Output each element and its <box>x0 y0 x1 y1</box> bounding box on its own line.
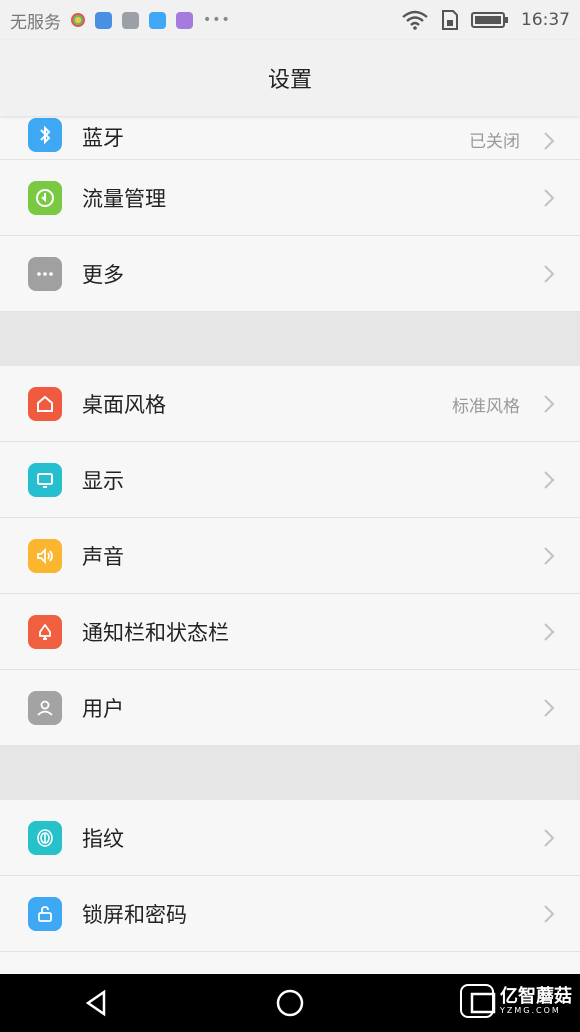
carrier-text: 无服务 <box>10 12 61 33</box>
watermark-logo: 亿智蘑菇 YZMG.COM <box>460 984 572 1018</box>
more-icon <box>28 257 62 291</box>
settings-item-sound[interactable]: 声音 <box>0 518 580 594</box>
section-divider <box>0 312 580 366</box>
fingerprint-icon <box>28 821 62 855</box>
chevron-right-icon <box>544 829 555 847</box>
settings-item-traffic[interactable]: 流量管理 <box>0 160 580 236</box>
settings-item-label: 用户 <box>82 697 124 721</box>
settings-item-label: 显示 <box>82 469 124 493</box>
settings-item-label: 桌面风格 <box>82 393 166 417</box>
battery-icon <box>471 12 508 28</box>
lock-icon <box>28 897 62 931</box>
sound-icon <box>28 539 62 573</box>
back-button[interactable] <box>80 986 114 1020</box>
notification-icon-2 <box>95 11 112 29</box>
chevron-right-icon <box>544 699 555 717</box>
settings-item-label: 蓝牙 <box>82 126 124 150</box>
notification-icon-1 <box>71 13 85 27</box>
settings-item-label: 流量管理 <box>82 187 166 211</box>
chevron-right-icon <box>544 623 555 641</box>
settings-item-label: 声音 <box>82 545 124 569</box>
data-usage-icon <box>28 181 62 215</box>
chevron-right-icon <box>544 265 555 283</box>
settings-item-display[interactable]: 显示 <box>0 442 580 518</box>
watermark-title: 亿智蘑菇 <box>500 985 572 1007</box>
settings-item-notifications[interactable]: 通知栏和状态栏 <box>0 594 580 670</box>
more-notifications-icon: ••• <box>203 12 231 28</box>
clock: 16:37 <box>521 10 570 30</box>
status-bar: 无服务 ••• 16:37 <box>0 0 580 40</box>
user-icon <box>28 691 62 725</box>
settings-list[interactable]: 蓝牙 已关闭 流量管理 更多 桌面风格 标准风格 显示 声音 通知栏和状态栏 用… <box>0 116 580 974</box>
notification-icon-5 <box>176 11 193 29</box>
section-divider <box>0 746 580 800</box>
chevron-right-icon <box>544 189 555 207</box>
settings-item-label: 通知栏和状态栏 <box>82 621 229 645</box>
display-icon <box>28 463 62 497</box>
settings-item-value: 标准风格 <box>452 396 520 417</box>
chevron-right-icon <box>544 132 555 150</box>
settings-item-bluetooth[interactable]: 蓝牙 已关闭 <box>0 116 580 160</box>
settings-item-lock-screen[interactable]: 锁屏和密码 <box>0 876 580 952</box>
home-button[interactable] <box>273 986 307 1020</box>
settings-item-label: 指纹 <box>82 827 124 851</box>
settings-item-home-style[interactable]: 桌面风格 标准风格 <box>0 366 580 442</box>
chevron-right-icon <box>544 905 555 923</box>
settings-item-label: 更多 <box>82 263 124 287</box>
chevron-right-icon <box>544 547 555 565</box>
chevron-right-icon <box>544 471 555 489</box>
settings-item-next[interactable] <box>0 952 580 974</box>
sim-icon <box>442 10 458 30</box>
page-title: 设置 <box>0 40 580 116</box>
notification-icon-4 <box>149 11 166 29</box>
settings-item-users[interactable]: 用户 <box>0 670 580 746</box>
settings-item-label: 锁屏和密码 <box>82 903 187 927</box>
settings-item-fingerprint[interactable]: 指纹 <box>0 800 580 876</box>
notification-bell-icon <box>28 615 62 649</box>
watermark-icon <box>460 984 494 1018</box>
chevron-right-icon <box>544 395 555 413</box>
home-icon <box>28 387 62 421</box>
settings-item-value: 已关闭 <box>469 132 520 152</box>
bluetooth-icon <box>28 118 62 152</box>
watermark-subtitle: YZMG.COM <box>500 1005 561 1015</box>
notification-icon-3 <box>122 11 139 29</box>
wifi-icon <box>402 10 428 30</box>
settings-item-more[interactable]: 更多 <box>0 236 580 312</box>
